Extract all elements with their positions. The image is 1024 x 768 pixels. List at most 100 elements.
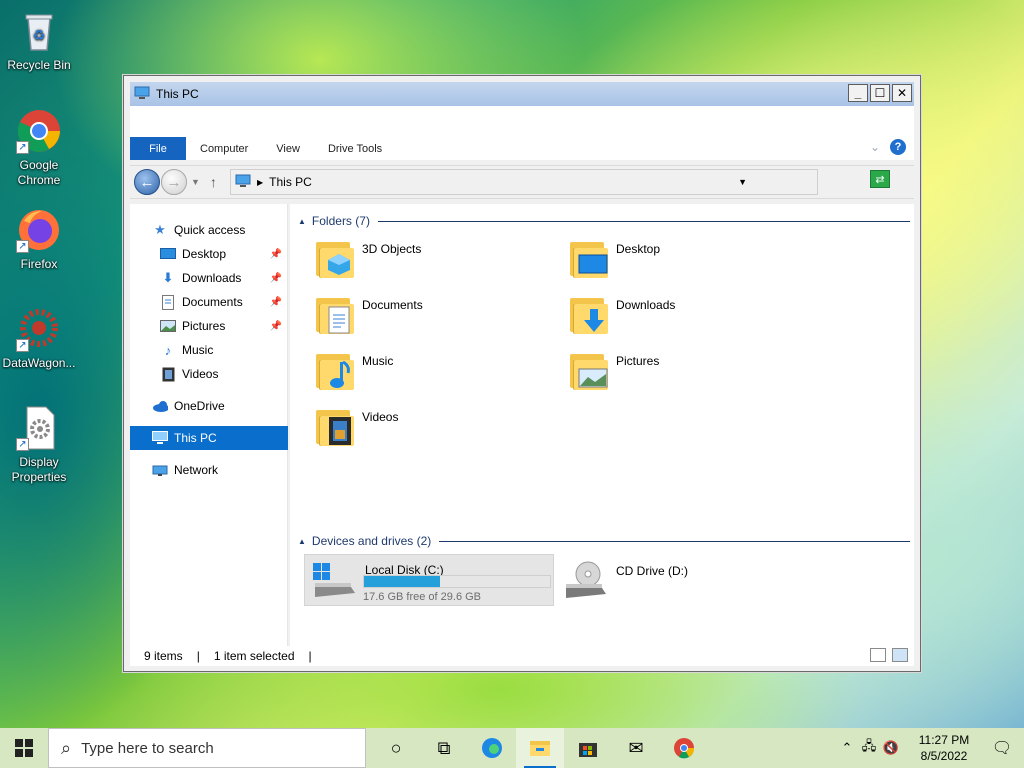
content-pane: ▲ Folders (7) 3D Objects Desktop Documen… [290, 204, 914, 646]
status-separator: | [196, 649, 200, 663]
network-tray-icon[interactable]: 🖧 [858, 737, 880, 759]
up-arrow-icon[interactable]: ↑ [210, 174, 217, 190]
tab-drive-tools[interactable]: Drive Tools [314, 137, 396, 160]
folder-label: Documents [362, 298, 423, 312]
clock[interactable]: 11:27 PM 8/5/2022 [908, 732, 980, 764]
address-bar[interactable]: ▶ This PC ▼ [230, 169, 818, 195]
drive-tile-cd-drive-d[interactable]: CD Drive (D:) [562, 560, 688, 600]
drive-tile-local-disk-c[interactable]: Local Disk (C:) 17.6 GB free of 29.6 GB [304, 554, 554, 606]
sidebar-item-desktop[interactable]: Desktop 📌 [130, 242, 288, 266]
pin-icon[interactable]: 📌 [270, 273, 282, 284]
tab-computer[interactable]: Computer [186, 137, 262, 160]
sidebar-item-this-pc[interactable]: This PC [130, 426, 288, 450]
sidebar-item-downloads[interactable]: ⬇ Downloads 📌 [130, 266, 288, 290]
sidebar-item-onedrive[interactable]: OneDrive [130, 394, 288, 418]
videos-icon [160, 366, 176, 382]
task-view-icon[interactable]: ⧉ [420, 728, 468, 768]
store-icon[interactable] [564, 728, 612, 768]
tab-view[interactable]: View [262, 137, 314, 160]
help-icon[interactable]: ? [890, 139, 906, 155]
folder-tile-desktop[interactable]: Desktop [568, 238, 660, 278]
folder-tile-videos[interactable]: Videos [314, 406, 398, 446]
start-button[interactable] [0, 728, 48, 768]
navigation-pane: ★ Quick access Desktop 📌 ⬇ Downloads 📌 D… [130, 204, 288, 646]
pin-icon[interactable]: 📌 [270, 321, 282, 332]
sidebar-item-label: Downloads [182, 271, 242, 285]
sidebar-item-label: This PC [174, 431, 217, 445]
maximize-button[interactable]: ☐ [870, 84, 890, 102]
folder-tile-pictures[interactable]: Pictures [568, 350, 659, 390]
pin-icon[interactable]: 📌 [270, 249, 282, 260]
folder-tile-documents[interactable]: Documents [314, 294, 423, 334]
volume-muted-icon[interactable]: 🔇 [880, 740, 902, 756]
title-bar[interactable]: This PC _ ☐ ✕ [130, 82, 914, 106]
expand-ribbon-chevron-icon[interactable]: ⌄ [870, 140, 880, 154]
sidebar-item-videos[interactable]: Videos [130, 362, 288, 386]
folder-music-icon [314, 350, 354, 390]
selection-count: 1 item selected [213, 649, 295, 663]
back-button[interactable]: ← [134, 169, 160, 195]
devices-group-header[interactable]: ▲ Devices and drives (2) [298, 534, 910, 548]
breadcrumb-chevron-icon[interactable]: ▶ [257, 178, 263, 187]
cortana-icon[interactable]: ○ [372, 728, 420, 768]
sidebar-item-documents[interactable]: Documents 📌 [130, 290, 288, 314]
sidebar-item-music[interactable]: ♪ Music [130, 338, 288, 362]
desktop-icon-label: Display Properties [11, 455, 67, 484]
desktop-icon-firefox[interactable]: ↗ Firefox [1, 207, 77, 272]
group-title: Folders (7) [311, 214, 370, 228]
collapse-triangle-icon[interactable]: ▲ [298, 537, 306, 546]
sidebar-item-pictures[interactable]: Pictures 📌 [130, 314, 288, 338]
desktop-icon-label: DataWagon... [2, 356, 76, 370]
sidebar-item-network[interactable]: Network [130, 458, 288, 482]
large-icons-view-icon[interactable] [892, 648, 908, 662]
folder-label: Music [362, 354, 394, 368]
ribbon-tabs: File Computer View Drive Tools [130, 137, 396, 160]
folder-label: Downloads [616, 298, 676, 312]
folder-label: 3D Objects [362, 242, 422, 256]
desktop-icon-display-properties[interactable]: ↗ Display Properties [1, 405, 77, 485]
minimize-button[interactable]: _ [848, 84, 868, 102]
details-view-icon[interactable] [870, 648, 886, 662]
sidebar-item-quick-access[interactable]: ★ Quick access [130, 218, 288, 242]
desktop-icon-google-chrome[interactable]: ↗ Google Chrome [1, 108, 77, 188]
svg-text:♻: ♻ [33, 28, 46, 44]
folder-tile-downloads[interactable]: Downloads [568, 294, 675, 334]
folder-pictures-icon [568, 350, 608, 390]
folder-desktop-icon [568, 238, 608, 278]
forward-button[interactable]: → [161, 169, 187, 195]
folder-documents-icon [314, 294, 354, 334]
desktop-icon-label: Firefox [20, 257, 58, 271]
pin-icon[interactable]: 📌 [270, 297, 282, 308]
window-title: This PC [156, 87, 199, 101]
chevron-up-icon[interactable]: ⌃ [836, 740, 858, 756]
notifications-icon[interactable]: 🗨 [980, 728, 1024, 768]
document-icon [160, 294, 176, 310]
folder-tile-3d-objects[interactable]: 3D Objects [314, 238, 421, 278]
address-dropdown-icon[interactable]: ▼ [738, 177, 747, 187]
mail-icon[interactable]: ✉ [612, 728, 660, 768]
shortcut-arrow-icon: ↗ [16, 339, 29, 352]
cloud-icon [152, 398, 168, 414]
system-tray: ⌃ 🖧 🔇 11:27 PM 8/5/2022 🗨 [836, 728, 1024, 768]
desktop-icon-datawagon[interactable]: ↗ DataWagon... [1, 306, 77, 371]
file-explorer-taskbar-icon[interactable] [516, 728, 564, 768]
pictures-icon [160, 318, 176, 334]
folder-label: Pictures [616, 354, 660, 368]
taskbar-search-box[interactable]: ⌕ Type here to search [48, 728, 366, 768]
network-icon [152, 462, 168, 478]
chrome-taskbar-icon[interactable] [660, 728, 708, 768]
computer-icon [134, 86, 150, 103]
sidebar-item-label: Documents [182, 295, 243, 309]
desktop-icon-recycle-bin[interactable]: ♻ Recycle Bin [1, 8, 77, 73]
folder-tile-music[interactable]: Music [314, 350, 393, 390]
edge-icon[interactable] [468, 728, 516, 768]
folders-group-header[interactable]: ▲ Folders (7) [298, 214, 910, 228]
collapse-triangle-icon[interactable]: ▲ [298, 217, 306, 226]
tab-file[interactable]: File [130, 137, 186, 160]
group-title: Devices and drives (2) [311, 534, 432, 548]
refresh-icon[interactable]: ⇄ [870, 170, 890, 188]
recent-locations-chevron-icon[interactable]: ▼ [191, 177, 200, 187]
hard-drive-icon [311, 559, 357, 599]
breadcrumb[interactable]: This PC [269, 175, 312, 189]
close-button[interactable]: ✕ [892, 84, 912, 102]
